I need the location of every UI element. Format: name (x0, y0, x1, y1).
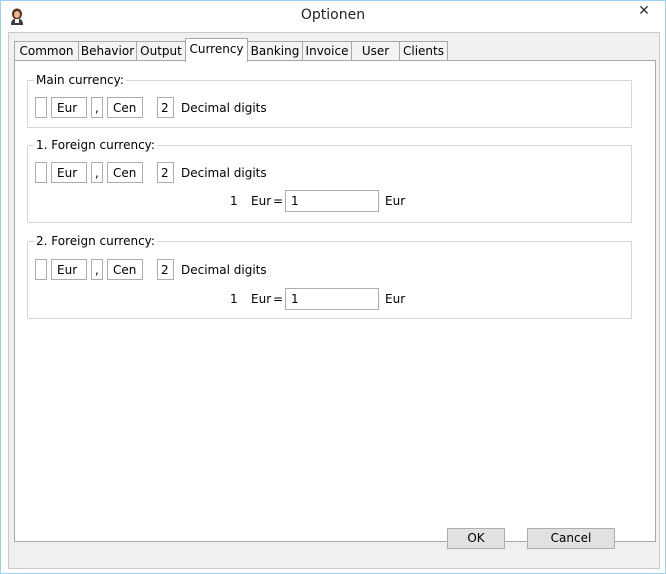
foreign-currency-1-group: 1. Foreign currency: Eur , Cen 2 Decimal… (27, 138, 632, 223)
currency-panel: Main currency: Eur , Cen 2 Decimal digit… (14, 60, 656, 542)
foreign-2-decimals-field[interactable]: 2 (157, 259, 174, 280)
cancel-button[interactable]: Cancel (527, 528, 615, 549)
tab-output[interactable]: Output (136, 41, 186, 61)
main-currency-symbol-field[interactable] (35, 97, 47, 118)
foreign-1-unit-field[interactable]: Eur (51, 162, 87, 183)
tab-user[interactable]: User (351, 41, 400, 61)
foreign-1-separator-field[interactable]: , (91, 162, 103, 183)
foreign-2-symbol-field[interactable] (35, 259, 47, 280)
title-bar: Optionen ✕ (1, 1, 665, 32)
foreign-2-rate-to: Eur (385, 292, 406, 306)
foreign-1-rate-input[interactable]: 1 (285, 190, 379, 212)
foreign-2-decimals-label: Decimal digits (181, 263, 267, 277)
foreign-1-decimals-label: Decimal digits (181, 166, 267, 180)
main-currency-decimals-label: Decimal digits (181, 101, 267, 115)
foreign-1-rate-amount: 1 (230, 194, 238, 208)
foreign-1-equals: = (273, 194, 284, 208)
foreign-2-rate-input[interactable]: 1 (285, 288, 379, 310)
main-currency-decimals-field[interactable]: 2 (157, 97, 174, 118)
foreign-1-subunit-field[interactable]: Cen (107, 162, 143, 183)
main-currency-subunit-field[interactable]: Cen (107, 97, 143, 118)
tab-common[interactable]: Common (14, 41, 79, 61)
foreign-currency-1-label: 1. Foreign currency: (34, 138, 157, 152)
dialog-body: Common Behavior Output Currency Banking … (8, 32, 660, 569)
foreign-2-separator-field[interactable]: , (91, 259, 103, 280)
window-title: Optionen (300, 7, 366, 23)
foreign-2-unit-field[interactable]: Eur (51, 259, 87, 280)
close-button[interactable]: ✕ (631, 1, 657, 22)
main-currency-group: Main currency: Eur , Cen 2 Decimal digit… (27, 73, 632, 128)
main-currency-unit-field[interactable]: Eur (51, 97, 87, 118)
tab-currency[interactable]: Currency (185, 38, 248, 62)
foreign-2-rate-amount: 1 (230, 292, 238, 306)
foreign-1-decimals-field[interactable]: 2 (157, 162, 174, 183)
foreign-1-symbol-field[interactable] (35, 162, 47, 183)
foreign-1-rate-to: Eur (385, 194, 406, 208)
tab-clients[interactable]: Clients (399, 41, 448, 61)
main-currency-label: Main currency: (34, 73, 126, 87)
foreign-2-rate-from: Eur (251, 292, 272, 306)
foreign-currency-2-group: 2. Foreign currency: Eur , Cen 2 Decimal… (27, 234, 632, 319)
main-currency-separator-field[interactable]: , (91, 97, 103, 118)
foreign-2-subunit-field[interactable]: Cen (107, 259, 143, 280)
ok-button[interactable]: OK (447, 528, 505, 549)
foreign-currency-2-label: 2. Foreign currency: (34, 234, 157, 248)
options-window: Optionen ✕ Common Behavior Output Curren… (0, 0, 666, 574)
tab-behavior[interactable]: Behavior (78, 41, 137, 61)
foreign-1-rate-from: Eur (251, 194, 272, 208)
foreign-2-equals: = (273, 292, 284, 306)
tab-invoice[interactable]: Invoice (302, 41, 352, 61)
tab-banking[interactable]: Banking (247, 41, 303, 61)
